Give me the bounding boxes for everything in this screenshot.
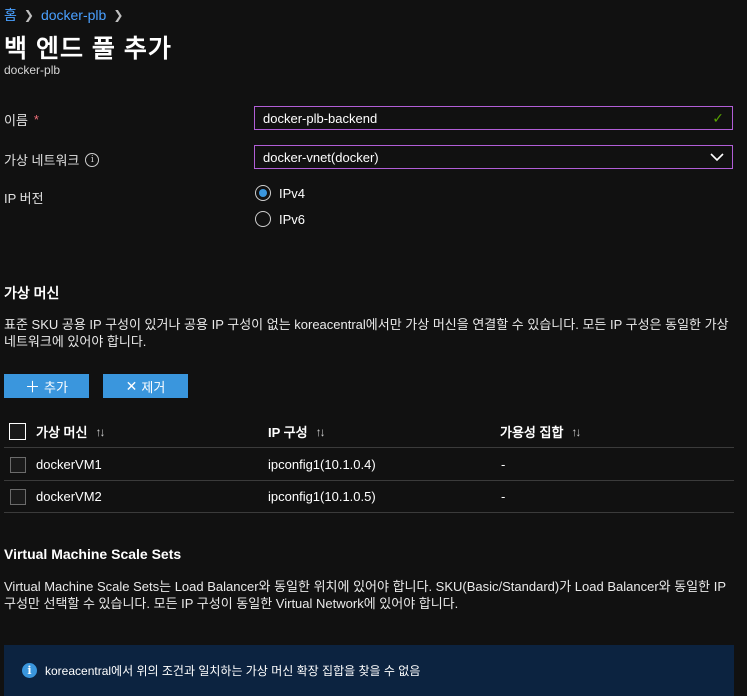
sort-icon[interactable]: ↑↓ [571,425,581,439]
radio-ipv4-button[interactable] [255,185,271,201]
radio-ipv4-label: IPv4 [279,185,306,201]
row-checkbox[interactable] [10,488,26,505]
col-availability-header[interactable]: 가용성 집합 ↑↓ [500,416,581,447]
x-icon: ✕ [125,377,138,394]
name-label: 이름 * [4,110,39,129]
table-row[interactable]: dockerVM1 ipconfig1(10.1.0.4) - [4,449,734,481]
table-row[interactable]: dockerVM2 ipconfig1(10.1.0.5) - [4,481,734,513]
cell-availability: - [501,489,506,504]
cell-ip: ipconfig1(10.1.0.4) [268,457,376,472]
col-vm-header-label: 가상 머신 [36,425,88,440]
page-title: 백 엔드 풀 추가 [4,35,172,63]
required-mark: * [33,112,39,127]
cell-vm: dockerVM2 [36,489,102,504]
breadcrumb: 홈 ❯ docker-plb ❯ [4,5,123,25]
add-vm-label: 추가 [44,379,68,395]
info-banner-message: koreacentral에서 위의 조건과 일치하는 가상 머신 확장 집합을 … [45,664,421,678]
checkmark-icon: ✓ [712,109,724,126]
chevron-right-icon: ❯ [23,8,34,22]
radio-ipv6-label: IPv6 [279,211,306,227]
row-checkbox[interactable] [10,456,26,473]
vmss-section-title: Virtual Machine Scale Sets [4,546,182,562]
select-all-checkbox[interactable] [9,423,26,440]
vnet-label: 가상 네트워크 i [4,150,100,169]
vm-section-description: 표준 SKU 공용 IP 구성이 있거나 공용 IP 구성이 없는 koreac… [4,317,729,349]
cell-vm: dockerVM1 [36,457,102,472]
vnet-select[interactable]: docker-vnet(docker) [254,145,733,169]
chevron-down-icon [710,153,724,162]
name-input[interactable]: docker-plb-backend ✓ [254,106,733,130]
sort-icon[interactable]: ↑↓ [95,425,105,439]
plus-icon: ＋ [25,378,41,396]
remove-vm-button[interactable]: ✕ 제거 [103,374,188,398]
name-label-text: 이름 [4,113,28,128]
radio-ipv4[interactable]: IPv4 [255,185,305,201]
vm-section-title: 가상 머신 [4,285,60,301]
radio-ipv6[interactable]: IPv6 [255,211,305,227]
breadcrumb-parent-link[interactable]: docker-plb [41,7,106,23]
page-subtitle: docker-plb [4,63,61,77]
chevron-right-icon: ❯ [113,8,124,22]
vnet-select-value[interactable]: docker-vnet(docker) [263,150,710,165]
remove-vm-label: 제거 [141,379,166,395]
vnet-label-text: 가상 네트워크 [4,153,80,168]
ip-version-label: IP 버전 [4,191,44,206]
vmss-section-description: Virtual Machine Scale Sets는 Load Balance… [4,579,726,611]
add-vm-button[interactable]: ＋ 추가 [4,374,89,398]
info-circle-icon: i [22,663,37,678]
table-header: 가상 머신 ↑↓ IP 구성 ↑↓ 가용성 집합 ↑↓ [4,416,734,448]
col-ip-header[interactable]: IP 구성 ↑↓ [268,416,326,447]
info-icon[interactable]: i [85,152,100,167]
cell-ip: ipconfig1(10.1.0.5) [268,489,376,504]
col-availability-header-label: 가용성 집합 [500,425,564,440]
name-input-value[interactable]: docker-plb-backend [263,111,712,126]
radio-ipv6-button[interactable] [255,211,271,227]
breadcrumb-home-link[interactable]: 홈 [4,5,17,25]
info-banner: i koreacentral에서 위의 조건과 일치하는 가상 머신 확장 집합… [4,645,734,696]
col-ip-header-label: IP 구성 [268,425,308,440]
sort-icon[interactable]: ↑↓ [316,425,326,439]
cell-availability: - [501,457,506,472]
col-vm-header[interactable]: 가상 머신 ↑↓ [36,416,105,447]
